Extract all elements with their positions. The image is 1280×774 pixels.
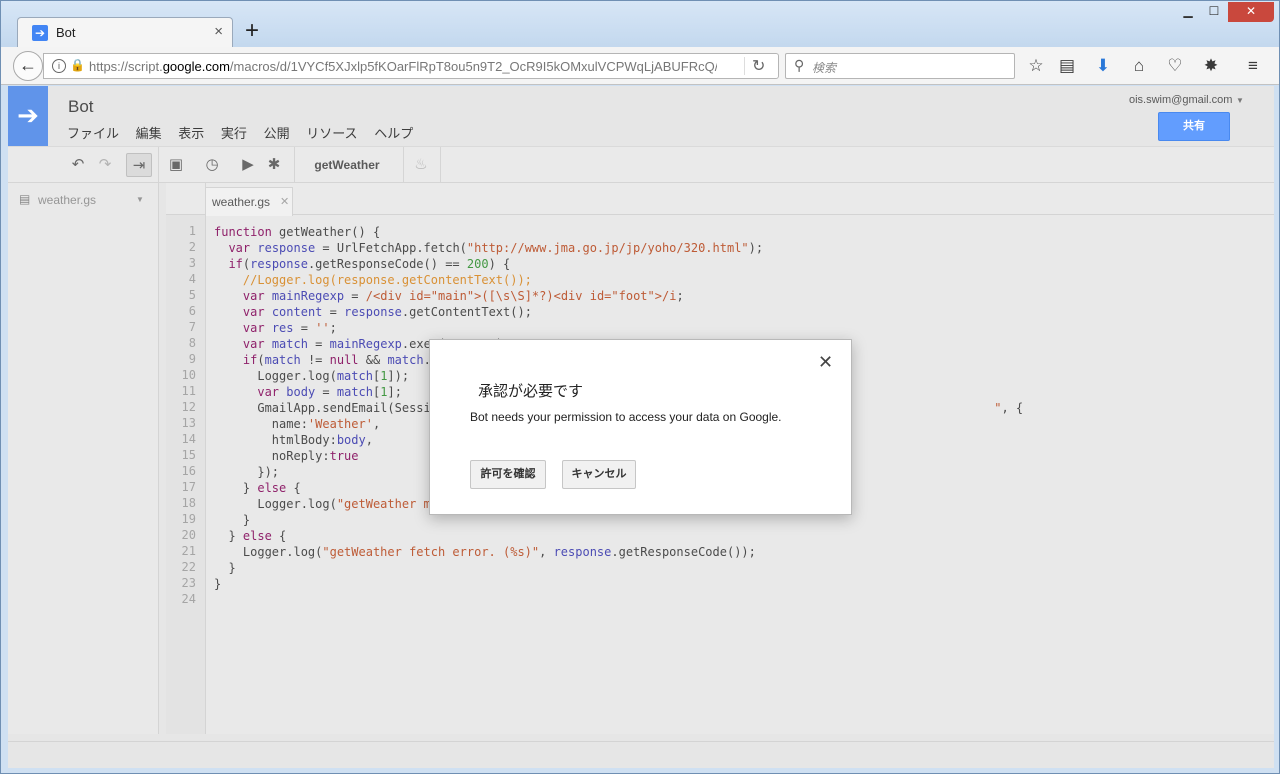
dialog-message: Bot needs your permission to access your… [470,410,782,424]
back-button[interactable]: ← [13,51,43,81]
extension-icon[interactable]: ✸ [1199,54,1223,78]
pocket-icon[interactable]: ♡ [1163,54,1187,78]
address-bar[interactable]: i 🔒 https://script.google.com/macros/d/1… [43,53,779,79]
close-tab-icon[interactable]: × [214,23,223,40]
navigation-bar: i 🔒 https://script.google.com/macros/d/1… [1,47,1279,85]
authorization-dialog: ✕ 承認が必要です Bot needs your permission to a… [429,339,852,515]
search-placeholder: 検索 [812,61,837,75]
cancel-button[interactable]: キャンセル [562,460,636,489]
download-icon[interactable]: ⬇ [1091,54,1115,78]
dialog-close-icon[interactable]: ✕ [818,352,833,373]
tab-strip: ➔ Bot × + ▁ ☐ ✕ [1,1,1279,47]
menu-icon[interactable]: ≡ [1241,54,1265,78]
reload-icon[interactable]: ↻ [752,56,765,76]
tab-title: Bot [56,25,76,40]
review-permissions-button[interactable]: 許可を確認 [470,460,546,489]
url-divider [744,57,745,75]
search-icon: ⚲ [794,57,805,73]
maximize-button[interactable]: ☐ [1201,2,1227,22]
minimize-button[interactable]: ▁ [1175,2,1201,22]
home-icon[interactable]: ⌂ [1127,54,1151,78]
search-input[interactable]: ⚲ 検索 [785,53,1015,79]
dialog-title: 承認が必要です [478,383,584,400]
reading-list-icon[interactable]: ▤ [1055,54,1079,78]
window-close-button[interactable]: ✕ [1228,2,1274,22]
new-tab-button[interactable]: + [241,19,263,43]
browser-tab[interactable]: ➔ Bot × [17,17,233,47]
info-icon[interactable]: i [52,59,66,73]
lock-icon: 🔒 [70,58,85,72]
url-text: https://script.google.com/macros/d/1VYCf… [89,59,717,74]
apps-script-favicon-icon: ➔ [32,25,48,41]
browser-window: ➔ Bot × + ▁ ☐ ✕ i 🔒 https://script.googl… [0,0,1280,774]
bookmark-star-icon[interactable]: ☆ [1024,54,1048,78]
